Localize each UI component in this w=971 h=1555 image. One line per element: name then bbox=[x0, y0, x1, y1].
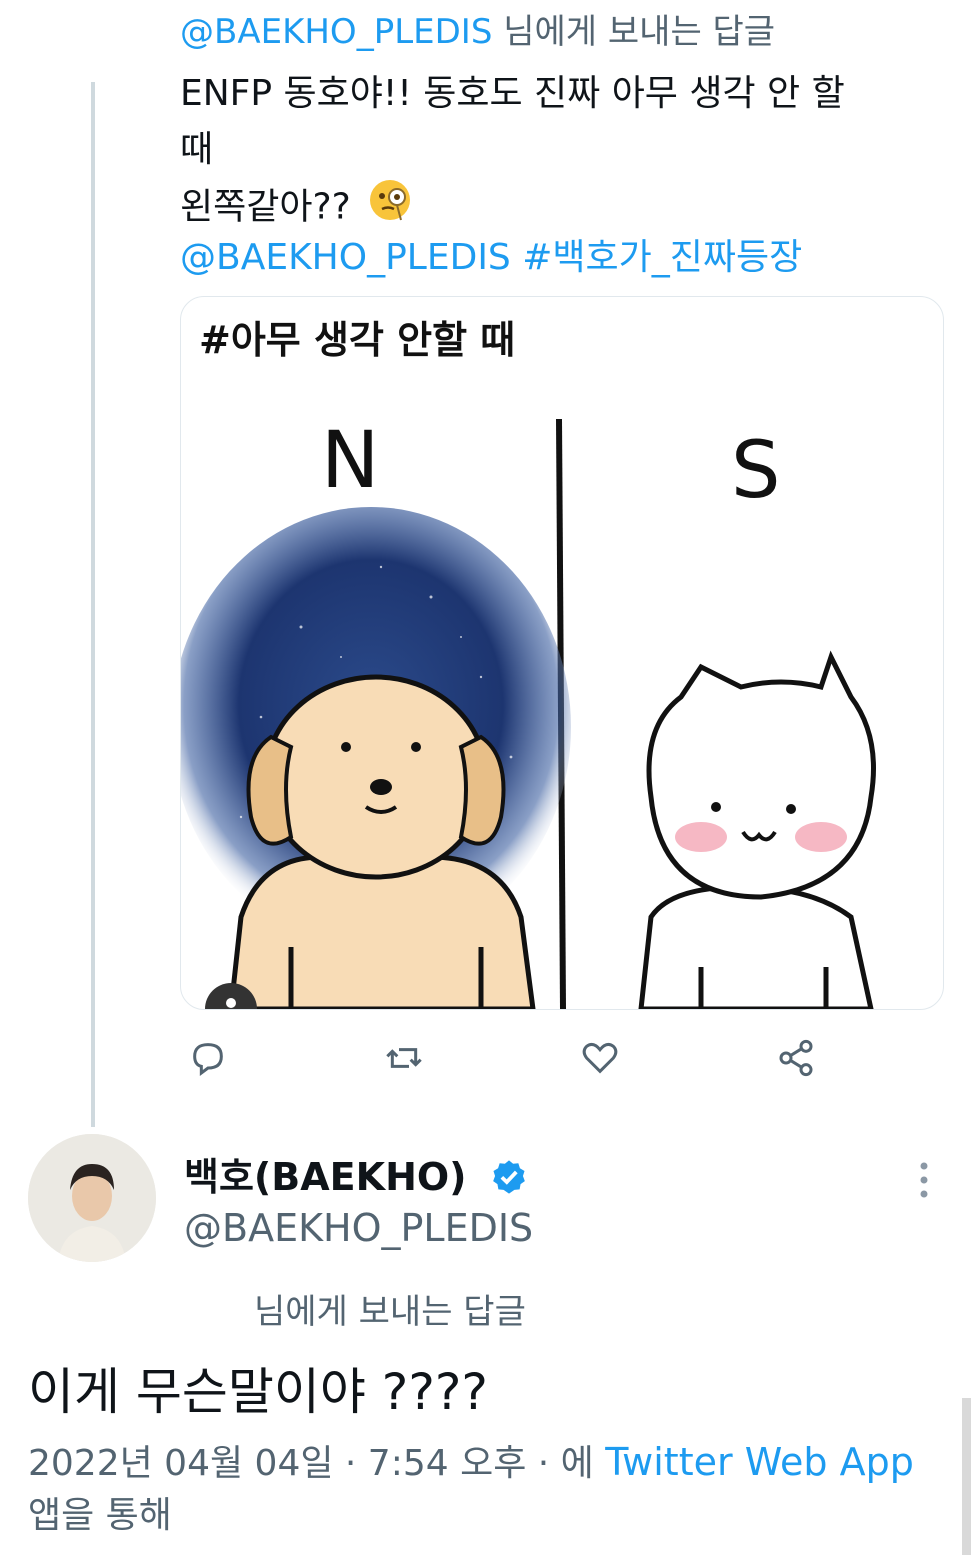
reply-icon bbox=[193, 1043, 223, 1076]
avatar[interactable] bbox=[28, 1134, 156, 1262]
more-options-button[interactable] bbox=[900, 1150, 948, 1210]
hashtag-link[interactable]: #백호가_진짜등장 bbox=[522, 237, 802, 278]
tweet-actions bbox=[180, 1030, 840, 1086]
reply-to-mention[interactable]: @BAEKHO_PLEDIS bbox=[180, 12, 492, 52]
tweet-line-2-text: 왼쪽같아?? bbox=[180, 186, 351, 228]
tweet-timestamp[interactable]: 2022년 04월 04일 · 7:54 오후 · 에 bbox=[28, 1443, 594, 1484]
scrollbar[interactable] bbox=[962, 1398, 971, 1555]
tweet-mention-link[interactable]: @BAEKHO_PLEDIS bbox=[180, 237, 511, 278]
retweet-button[interactable] bbox=[376, 1030, 432, 1086]
reply-to-label: 님에게 보내는 답글 bbox=[254, 1292, 526, 1332]
share-icon bbox=[779, 1039, 813, 1077]
like-button[interactable] bbox=[572, 1030, 628, 1086]
author-handle[interactable]: @BAEKHO_PLEDIS bbox=[184, 1206, 533, 1250]
author-name-text: 백호(BAEKHO) bbox=[184, 1155, 467, 1199]
tweet-tags: @BAEKHO_PLEDIS #백호가_진짜등장 bbox=[180, 228, 802, 280]
cat-drawing bbox=[638, 650, 876, 1009]
n-label: N bbox=[321, 416, 379, 506]
thread-connector-line bbox=[91, 82, 95, 1127]
retweet-icon bbox=[386, 1048, 422, 1068]
more-vertical-icon bbox=[920, 1162, 928, 1198]
reply-button[interactable] bbox=[180, 1030, 236, 1086]
tweet-meta: 2022년 04월 04일 · 7:54 오후 · 에 Twitter Web … bbox=[28, 1436, 948, 1542]
source-suffix: 앱을 통해 bbox=[28, 1495, 172, 1536]
author-name[interactable]: 백호(BAEKHO) bbox=[184, 1146, 528, 1205]
s-label: S bbox=[731, 426, 781, 516]
reply-tweet-text: 이게 무슨말이야 ???? bbox=[28, 1363, 488, 1421]
heart-icon bbox=[582, 1042, 618, 1074]
share-button[interactable] bbox=[768, 1030, 824, 1086]
tweet-line-1: ENFP 동호야!! 동호도 진짜 아무 생각 안 할 때 bbox=[180, 73, 845, 170]
source-app-link[interactable]: Twitter Web App bbox=[605, 1440, 914, 1484]
author-block: 백호(BAEKHO) @BAEKHO_PLEDIS bbox=[0, 1120, 971, 1280]
verified-badge-icon bbox=[490, 1158, 528, 1205]
tweet-image[interactable]: #아무 생각 안할 때 N S bbox=[180, 296, 944, 1010]
tweet-body: ENFP 동호야!! 동호도 진짜 아무 생각 안 할 때 왼쪽같아?? bbox=[180, 66, 880, 239]
reply-to-suffix: 님에게 보내는 답글 bbox=[503, 12, 776, 52]
reply-to-header: @BAEKHO_PLEDIS 님에게 보내는 답글 bbox=[180, 4, 775, 53]
image-caption: #아무 생각 안할 때 bbox=[199, 318, 515, 362]
